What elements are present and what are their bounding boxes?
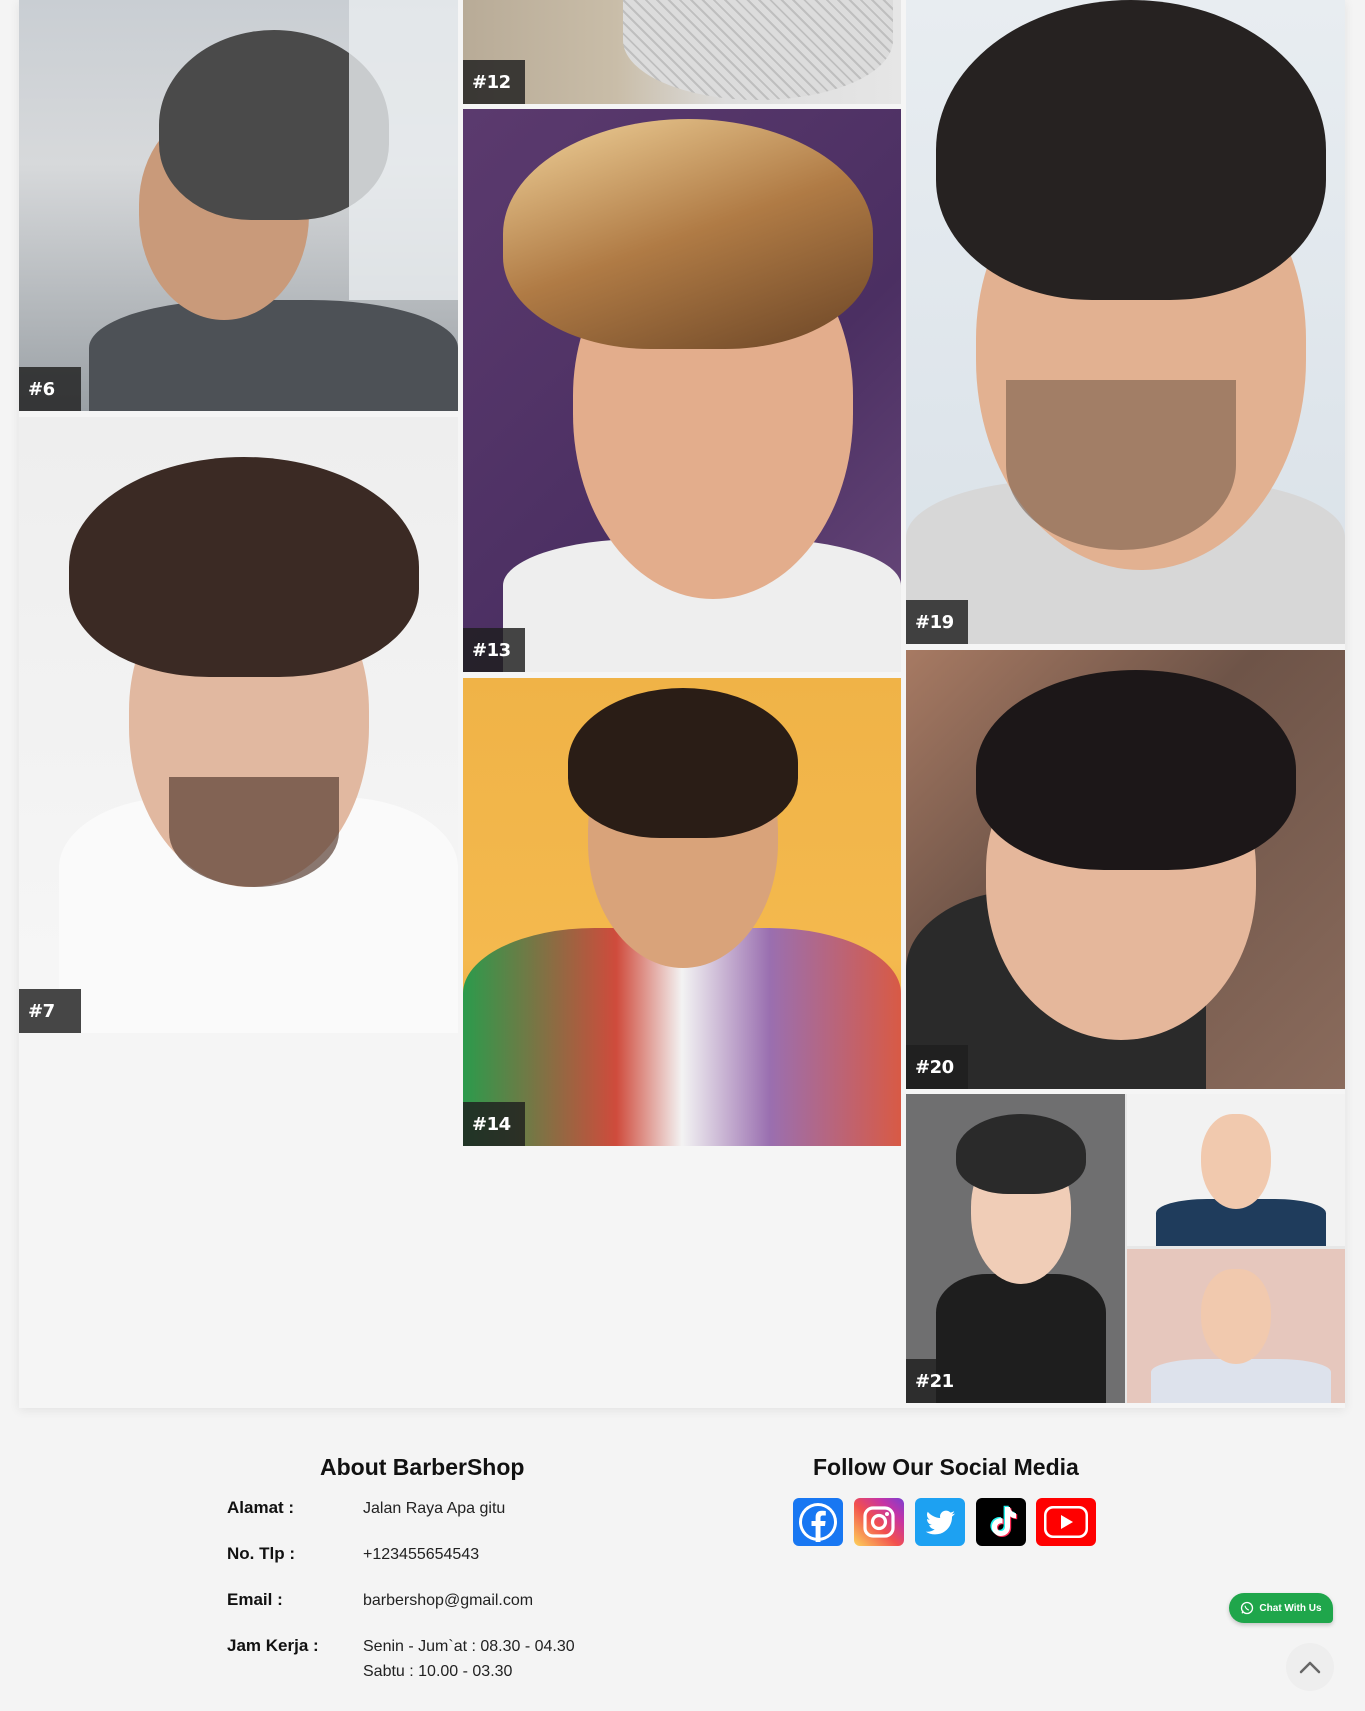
chat-with-us-button[interactable]: Chat With Us [1229, 1593, 1333, 1623]
haircut-photo [463, 109, 901, 672]
gallery-tile-12[interactable]: #12 [463, 0, 901, 104]
tile-label: #13 [463, 628, 525, 672]
tile-label: #12 [463, 60, 525, 104]
tile-label: #14 [463, 1102, 525, 1146]
haircut-photo [19, 0, 458, 411]
gallery-tile-19[interactable]: #19 [906, 0, 1345, 644]
tiktok-icon [976, 1498, 1026, 1546]
facebook-icon [793, 1498, 843, 1546]
tile-label: #7 [19, 989, 81, 1033]
gallery-tile-7[interactable]: #7 [19, 417, 458, 1033]
address-value: Jalan Raya Apa gitu [363, 1500, 506, 1517]
back-to-top-button[interactable] [1286, 1643, 1334, 1691]
gallery-tile-6[interactable]: #6 [19, 0, 458, 411]
chat-button-label: Chat With Us [1259, 1602, 1322, 1614]
hours-value-saturday: Sabtu : 10.00 - 03.30 [363, 1663, 513, 1680]
youtube-icon [1036, 1498, 1096, 1546]
haircut-photo [906, 0, 1345, 644]
haircut-photo [906, 650, 1345, 1089]
email-value: barbershop@gmail.com [363, 1592, 534, 1609]
tile-label: #20 [906, 1045, 968, 1089]
social-title: Follow Our Social Media [813, 1454, 1079, 1480]
hours-value-weekday: Senin - Jum`at : 08.30 - 04.30 [363, 1638, 575, 1655]
haircut-photo [19, 417, 458, 1033]
chevron-up-icon [1299, 1661, 1321, 1674]
site-footer: About BarberShop Alamat : Jalan Raya Apa… [0, 1428, 1365, 1711]
gallery-tile-20[interactable]: #20 [906, 650, 1345, 1089]
hairstyle-gallery: #6 #7 #12 #13 #14 #19 #20 #21 [19, 0, 1345, 1408]
haircut-photo [906, 1094, 1345, 1403]
hours-label: Jam Kerja : [227, 1636, 319, 1655]
address-label: Alamat : [227, 1498, 295, 1517]
gallery-tile-14[interactable]: #14 [463, 678, 901, 1146]
twitter-link[interactable] [913, 1498, 967, 1546]
phone-label: No. Tlp : [227, 1544, 295, 1563]
gallery-tile-21[interactable]: #21 [906, 1094, 1345, 1403]
about-title: About BarberShop [320, 1454, 525, 1480]
instagram-link[interactable] [852, 1498, 906, 1546]
haircut-photo [463, 678, 901, 1146]
haircut-photo [463, 0, 901, 104]
youtube-link[interactable] [1035, 1498, 1097, 1546]
instagram-icon [854, 1498, 904, 1546]
tile-label: #19 [906, 600, 968, 644]
tile-label: #6 [19, 367, 81, 411]
tiktok-link[interactable] [974, 1498, 1028, 1546]
whatsapp-icon [1241, 1601, 1254, 1615]
tile-label: #21 [906, 1359, 968, 1403]
twitter-icon [915, 1498, 965, 1546]
gallery-tile-13[interactable]: #13 [463, 109, 901, 672]
email-label: Email : [227, 1590, 283, 1609]
phone-value: +123455654543 [363, 1546, 480, 1563]
facebook-link[interactable] [791, 1498, 845, 1546]
